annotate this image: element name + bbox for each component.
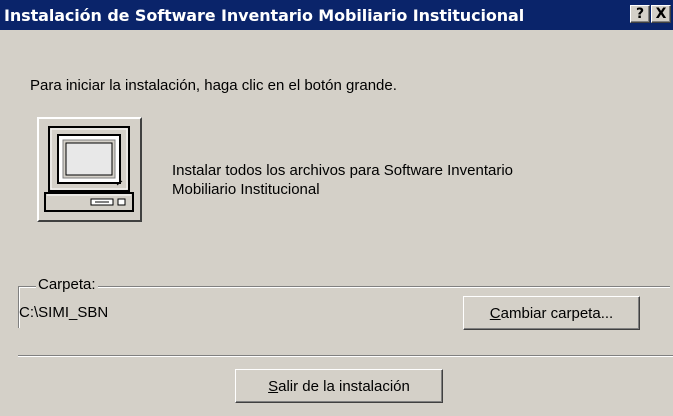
- exit-label: alir de la instalación: [278, 377, 410, 395]
- separator: [18, 355, 673, 357]
- install-description-line2: Mobiliario Institucional: [172, 181, 320, 198]
- folder-group-label: Carpeta:: [36, 276, 98, 294]
- help-button[interactable]: ?: [630, 5, 650, 23]
- install-description-line1: Instalar todos los archivos para Softwar…: [172, 162, 514, 179]
- folder-path: C:\SIMI_SBN: [19, 304, 109, 321]
- window-title: Instalación de Software Inventario Mobil…: [4, 5, 525, 25]
- install-description: Instalar todos los archivos para Softwar…: [172, 161, 632, 199]
- exit-setup-button[interactable]: Salir de la instalación: [235, 369, 443, 403]
- computer-icon: [44, 126, 134, 212]
- change-folder-button[interactable]: Cambiar carpeta...: [463, 296, 640, 330]
- close-button[interactable]: X: [651, 5, 671, 23]
- help-icon: ?: [635, 6, 645, 22]
- exit-access-key: S: [268, 377, 279, 395]
- change-folder-label: ambiar carpeta...: [500, 304, 614, 322]
- close-icon: X: [655, 6, 667, 22]
- title-bar: Instalación de Software Inventario Mobil…: [0, 0, 673, 30]
- intro-text: Para iniciar la instalación, haga clic e…: [30, 77, 397, 94]
- change-folder-access-key: C: [489, 304, 501, 322]
- install-button[interactable]: [37, 117, 142, 222]
